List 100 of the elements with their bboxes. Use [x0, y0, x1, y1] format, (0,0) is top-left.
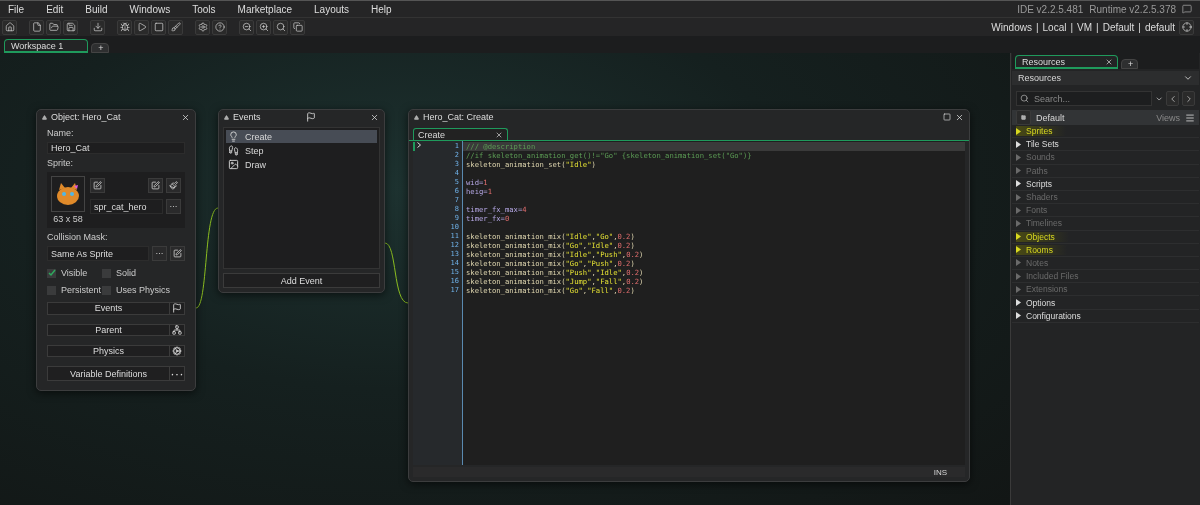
- flag-icon: [172, 303, 182, 314]
- brush-icon: [170, 22, 181, 32]
- insert-mode: INS: [933, 467, 947, 477]
- group-name: Default: [1036, 112, 1066, 123]
- maximize-icon[interactable]: [943, 113, 951, 121]
- sprite-field[interactable]: spr_cat_hero: [90, 199, 163, 215]
- lightbulb-icon: [228, 131, 239, 142]
- target-option[interactable]: VM: [1077, 21, 1093, 33]
- home-button[interactable]: [2, 19, 17, 35]
- resource-folder[interactable]: Tile Sets: [1016, 139, 1073, 150]
- panel-button[interactable]: Parent: [47, 323, 185, 336]
- menu-item[interactable]: Help: [371, 3, 392, 15]
- zoom-out-button[interactable]: [239, 19, 254, 35]
- menu-icon[interactable]: [1185, 112, 1195, 123]
- field-label: Sprite:: [47, 158, 74, 169]
- save-button[interactable]: [63, 19, 78, 35]
- edit-sprite-button[interactable]: [148, 178, 163, 194]
- picture-icon: [228, 159, 239, 170]
- panel-tab[interactable]: +: [1121, 59, 1139, 69]
- event-item[interactable]: Step: [226, 144, 377, 157]
- panel-button[interactable]: Events: [47, 302, 185, 315]
- target-option[interactable]: Windows: [991, 21, 1032, 33]
- name-field[interactable]: Hero_Cat: [47, 142, 185, 155]
- window-title: Events: [233, 112, 262, 122]
- folder-icon: [48, 22, 59, 32]
- bug-button[interactable]: [117, 19, 132, 35]
- resources-dropdown[interactable]: Resources: [1012, 71, 1199, 85]
- separator: |: [1035, 21, 1039, 33]
- separator: |: [1138, 21, 1141, 33]
- sprite-option-button[interactable]: [90, 178, 105, 194]
- folder-button[interactable]: [46, 19, 61, 35]
- back-button[interactable]: [1166, 91, 1180, 106]
- zoom-out-icon: [241, 22, 252, 32]
- target-option[interactable]: default: [1144, 21, 1175, 33]
- menu-item[interactable]: Windows: [129, 3, 171, 15]
- workspace-tab[interactable]: Workspace 1: [4, 39, 89, 53]
- play-button[interactable]: [134, 19, 149, 35]
- menu-item[interactable]: File: [8, 3, 25, 15]
- close-icon[interactable]: [495, 130, 503, 139]
- menu-item[interactable]: Tools: [192, 3, 216, 15]
- sprite-thumbnail[interactable]: [51, 176, 85, 213]
- more-button[interactable]: ···: [166, 199, 181, 215]
- menu-item[interactable]: Edit: [46, 3, 64, 15]
- menu-item[interactable]: Layouts: [314, 3, 350, 15]
- zoom-in-button[interactable]: [256, 19, 271, 35]
- download-button[interactable]: [90, 19, 105, 35]
- help-button[interactable]: [212, 19, 227, 35]
- collapse-icon[interactable]: [42, 114, 47, 120]
- chat-icon[interactable]: [1182, 4, 1192, 14]
- checkbox[interactable]: [47, 268, 56, 278]
- crosshair-icon: [1181, 22, 1192, 32]
- separator: |: [1096, 21, 1099, 33]
- search-field[interactable]: Search...: [1016, 91, 1152, 106]
- download-icon: [92, 22, 103, 32]
- event-item[interactable]: Create: [226, 130, 377, 143]
- paint-button[interactable]: [166, 178, 181, 194]
- more-button[interactable]: ···: [152, 246, 167, 262]
- zoom-reset-button[interactable]: [273, 19, 288, 35]
- current-line-marker-icon: [417, 142, 421, 148]
- code-tab[interactable]: Create: [413, 128, 508, 140]
- close-icon[interactable]: [1105, 57, 1114, 66]
- target-button[interactable]: [1179, 19, 1194, 35]
- collapse-icon[interactable]: [224, 114, 229, 120]
- layout-button[interactable]: [290, 19, 305, 35]
- separator: |: [1070, 21, 1074, 33]
- target-option[interactable]: Default: [1102, 21, 1135, 33]
- cat-sprite-drawing: [55, 181, 81, 208]
- views-label[interactable]: Views: [1156, 112, 1180, 123]
- edit-mask-button[interactable]: [170, 246, 185, 262]
- zoom-in-icon: [258, 22, 269, 32]
- collapse-icon[interactable]: [414, 114, 419, 120]
- event-item[interactable]: Draw: [226, 158, 377, 171]
- window-title: Hero_Cat: Create: [423, 112, 495, 122]
- resource-folder[interactable]: Configurations: [1016, 310, 1095, 321]
- target-option[interactable]: Local: [1042, 21, 1067, 33]
- checkbox-label: Solid: [116, 268, 136, 279]
- menu-item[interactable]: Marketplace: [237, 3, 292, 15]
- panel-button[interactable]: Physics: [47, 344, 185, 357]
- menu-item[interactable]: Build: [85, 3, 108, 15]
- close-icon[interactable]: [955, 112, 964, 122]
- checkbox-label: Visible: [61, 268, 88, 279]
- close-icon[interactable]: [181, 112, 190, 122]
- new-file-button[interactable]: [29, 19, 44, 35]
- add-event-button[interactable]: Add Event: [223, 273, 380, 288]
- save-icon: [65, 22, 76, 32]
- hierarchy-icon: [172, 324, 182, 335]
- brush-button[interactable]: [168, 19, 183, 35]
- settings-button[interactable]: [195, 19, 210, 35]
- panel-tab[interactable]: Resources: [1015, 55, 1119, 69]
- stop-button[interactable]: [151, 19, 166, 35]
- resource-folder[interactable]: Scripts: [1016, 178, 1066, 189]
- flag-icon[interactable]: [306, 112, 316, 122]
- close-icon[interactable]: [370, 112, 379, 122]
- resource-folder[interactable]: Options: [1016, 297, 1070, 308]
- panel-button[interactable]: Variable Definitions ···: [47, 366, 185, 381]
- footprints-icon: [228, 145, 239, 156]
- group-button[interactable]: [1016, 110, 1031, 125]
- more-icon: ···: [170, 366, 184, 381]
- forward-button[interactable]: [1182, 91, 1195, 106]
- collision-mask-field[interactable]: Same As Sprite: [47, 246, 149, 262]
